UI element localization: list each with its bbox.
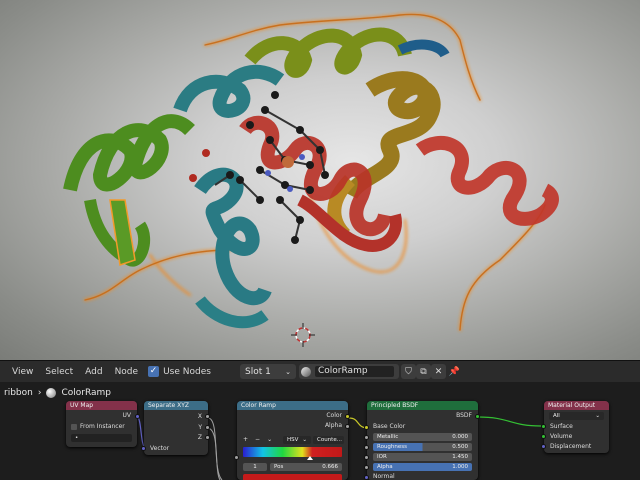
stop-color-swatch[interactable] — [243, 474, 342, 480]
duplicate-material-button[interactable]: ⧉ — [416, 364, 431, 379]
volume-socket[interactable] — [541, 434, 546, 439]
displacement-socket[interactable] — [541, 444, 546, 449]
bsdf-output-label: BSDF — [456, 412, 472, 419]
uv-output-label: UV — [122, 412, 132, 419]
menu-add[interactable]: Add — [79, 367, 108, 377]
uv-map-header[interactable]: UV Map — [66, 401, 137, 410]
material-name-field[interactable]: ColorRamp — [315, 366, 394, 377]
surface-socket[interactable] — [541, 424, 546, 429]
color-mode-dropdown[interactable]: HSV ⌄ — [283, 436, 311, 444]
sphere-icon — [46, 388, 57, 398]
output-target-dropdown[interactable]: All ⌄ — [549, 412, 604, 420]
chevron-down-icon[interactable]: ⌄ — [267, 436, 272, 443]
slot-label: Slot 1 — [245, 366, 271, 377]
metallic-field[interactable]: Metallic 0.000 — [373, 433, 472, 441]
volume-input-label: Volume — [550, 433, 573, 440]
color-ramp-header[interactable]: Color Ramp — [237, 401, 348, 410]
fac-socket[interactable] — [234, 455, 239, 460]
menu-select[interactable]: Select — [39, 367, 79, 377]
chevron-down-icon: ⌄ — [285, 367, 291, 376]
displacement-input-label: Displacement — [550, 443, 592, 450]
ramp-stop-marker[interactable] — [307, 456, 313, 460]
z-socket[interactable] — [205, 435, 210, 440]
uv-map-node[interactable]: UV Map UV From Instancer • — [66, 401, 137, 447]
pin-button[interactable]: 📌 — [447, 364, 462, 379]
use-nodes-toggle[interactable]: ✓ Use Nodes — [148, 366, 211, 377]
close-icon: ✕ — [434, 366, 443, 377]
use-nodes-label: Use Nodes — [163, 366, 211, 377]
chevron-right-icon: › — [37, 388, 42, 398]
add-stop-button[interactable]: + — [243, 436, 248, 443]
ramp-toolbar: + − ⌄ — [243, 436, 272, 443]
uv-socket[interactable] — [135, 414, 140, 419]
checkbox-icon: ✓ — [148, 366, 160, 377]
ior-socket[interactable] — [364, 455, 369, 460]
from-instancer-label: From Instancer — [80, 423, 125, 430]
y-socket[interactable] — [205, 425, 210, 430]
alpha-socket[interactable] — [345, 424, 350, 429]
vector-socket[interactable] — [141, 446, 146, 451]
alpha-output-label: Alpha — [324, 422, 342, 429]
base-color-socket[interactable] — [364, 425, 369, 430]
breadcrumb-object[interactable]: ribbon — [0, 388, 33, 398]
y-output-label: Y — [198, 424, 202, 431]
uv-map-field[interactable]: • — [71, 434, 132, 442]
color-ramp-gradient[interactable] — [243, 447, 342, 457]
x-socket[interactable] — [205, 414, 210, 419]
principled-bsdf-header[interactable]: Principled BSDF — [367, 401, 478, 410]
surface-input-label: Surface — [550, 423, 573, 430]
ior-field[interactable]: IOR 1.450 — [373, 453, 472, 461]
principled-bsdf-node[interactable]: Principled BSDF BSDF Base Color Metallic… — [367, 401, 478, 480]
breadcrumb: ribbon › ColorRamp — [0, 388, 111, 398]
duplicate-icon: ⧉ — [420, 366, 427, 377]
separate-xyz-node[interactable]: Separate XYZ X Y Z Vector — [144, 401, 208, 455]
alpha-input-socket[interactable] — [364, 465, 369, 470]
from-instancer-checkbox[interactable]: From Instancer — [71, 423, 125, 430]
protein-ribbon-render — [63, 13, 559, 332]
material-output-header[interactable]: Material Output — [544, 401, 609, 410]
3d-viewport[interactable] — [0, 0, 640, 360]
normal-label: Normal — [373, 473, 395, 480]
normal-socket[interactable] — [364, 475, 369, 480]
sphere-icon — [301, 366, 311, 377]
z-output-label: Z — [197, 434, 202, 441]
color-socket[interactable] — [345, 414, 350, 419]
roughness-socket[interactable] — [364, 445, 369, 450]
base-color-label: Base Color — [373, 423, 406, 430]
shield-icon: ⛉ — [405, 366, 412, 377]
breadcrumb-material[interactable]: ColorRamp — [61, 388, 111, 398]
remove-stop-button[interactable]: − — [255, 436, 260, 443]
vector-input-label: Vector — [150, 445, 170, 452]
metallic-socket[interactable] — [364, 435, 369, 440]
fake-user-button[interactable]: ⛉ — [401, 364, 416, 379]
stop-position-field[interactable]: Pos 0.666 — [270, 463, 342, 471]
unlink-material-button[interactable]: ✕ — [431, 364, 446, 379]
hue-interp-dropdown[interactable]: Counte... — [313, 436, 344, 444]
separate-xyz-header[interactable]: Separate XYZ — [144, 401, 208, 410]
color-output-label: Color — [326, 412, 342, 419]
pin-icon: 📌 — [448, 366, 461, 377]
color-ramp-node[interactable]: Color Ramp Color Alpha + − ⌄ HSV ⌄ Counte… — [237, 401, 348, 480]
bsdf-socket[interactable] — [475, 414, 480, 419]
stop-index-field[interactable]: 1 — [243, 463, 267, 471]
alpha-field[interactable]: Alpha 1.000 — [373, 463, 472, 471]
menu-view[interactable]: View — [0, 367, 39, 377]
checkbox-icon — [71, 423, 77, 430]
slot-dropdown[interactable]: Slot 1 ⌄ — [240, 364, 296, 379]
menu-node[interactable]: Node — [109, 367, 145, 377]
material-output-node[interactable]: Material Output All ⌄ Surface Volume Disp… — [544, 401, 609, 453]
material-selector[interactable]: ColorRamp — [299, 364, 399, 379]
x-output-label: X — [197, 413, 202, 420]
roughness-field[interactable]: Roughness 0.500 — [373, 443, 472, 451]
cursor-3d-icon[interactable] — [290, 322, 316, 348]
